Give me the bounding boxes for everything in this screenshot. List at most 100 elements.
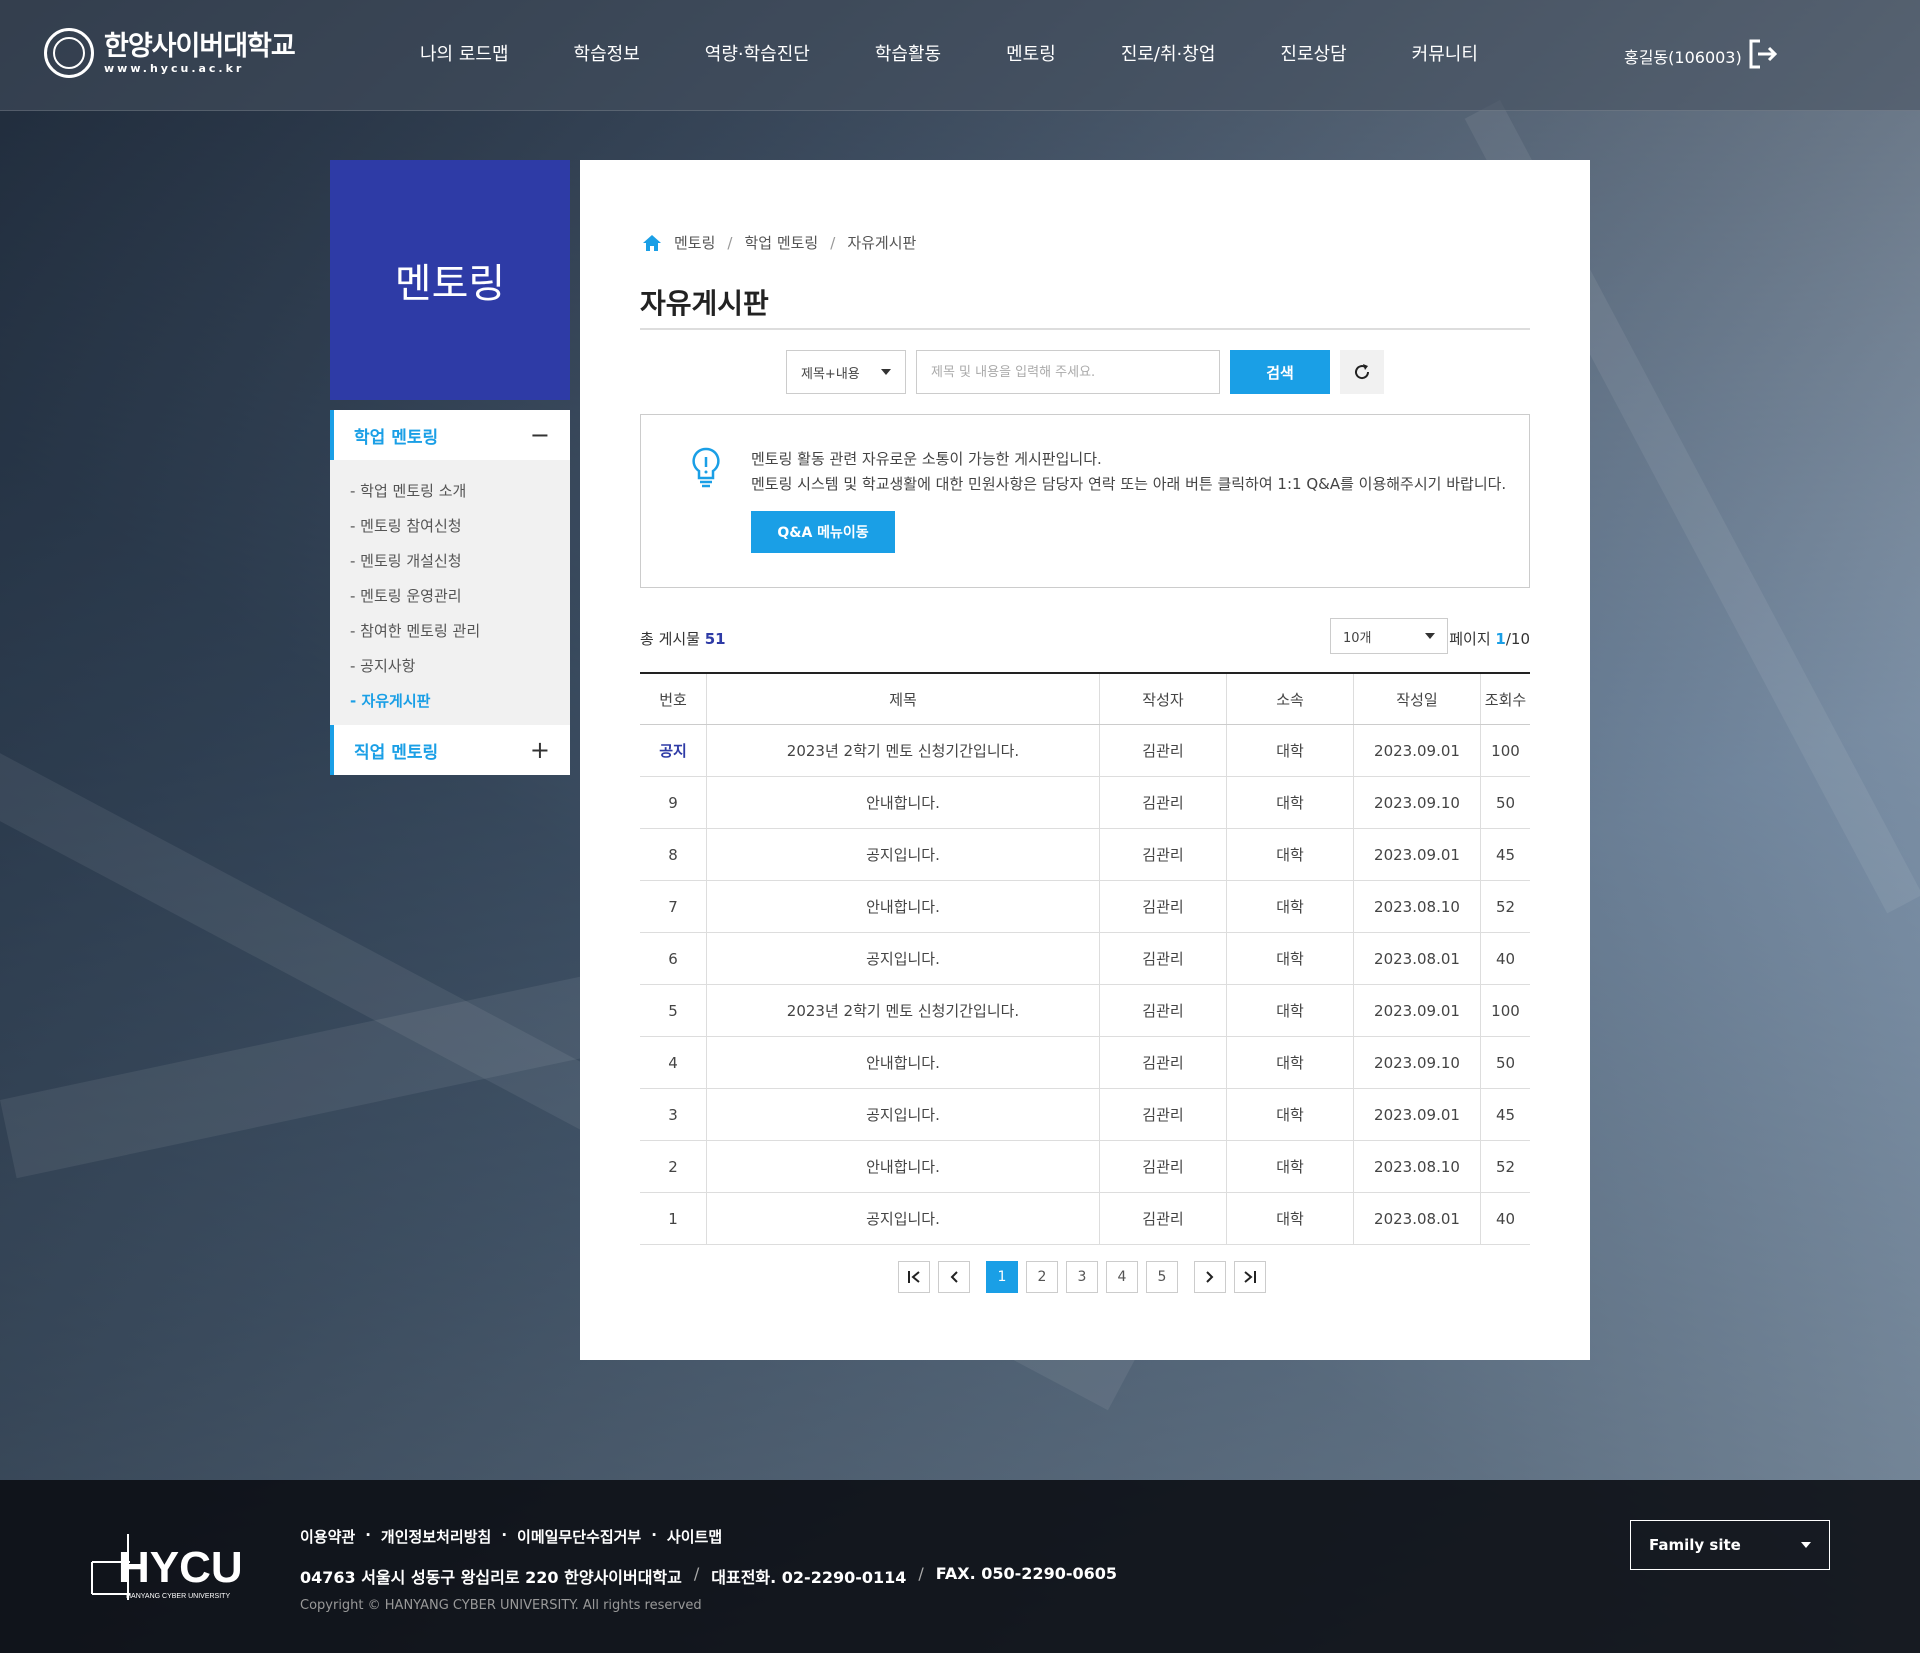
footer-link-terms[interactable]: 이용약관 bbox=[300, 1526, 355, 1547]
sidebar-group-label: 학업 멘토링 bbox=[354, 427, 439, 448]
cell-views: 100 bbox=[1480, 724, 1530, 777]
cell-author: 김관리 bbox=[1099, 828, 1227, 881]
page-title: 자유게시판 bbox=[640, 287, 769, 320]
next-page-button[interactable] bbox=[1194, 1261, 1226, 1293]
first-page-button[interactable] bbox=[898, 1261, 930, 1293]
cell-affiliation: 대학 bbox=[1226, 724, 1354, 777]
logo[interactable]: 한양사이버대학교 www.hycu.ac.kr bbox=[44, 28, 296, 78]
cell-date: 2023.09.10 bbox=[1353, 1036, 1481, 1089]
sidebar-item-open[interactable]: - 멘토링 개설신청 bbox=[350, 544, 570, 579]
cell-title[interactable]: 공지입니다. bbox=[706, 1192, 1100, 1245]
sidebar-item-manage[interactable]: - 멘토링 운영관리 bbox=[350, 579, 570, 614]
table-row[interactable]: 3 공지입니다. 김관리 대학 2023.09.01 45 bbox=[640, 1088, 1530, 1141]
footer-link-email[interactable]: 이메일무단수집거부 bbox=[517, 1526, 641, 1547]
table-row[interactable]: 9 안내합니다. 김관리 대학 2023.09.10 50 bbox=[640, 776, 1530, 829]
sidebar-item-joined[interactable]: - 참여한 멘토링 관리 bbox=[350, 614, 570, 649]
cell-title[interactable]: 2023년 2학기 멘토 신청기간입니다. bbox=[706, 984, 1100, 1037]
nav-item-learning-info[interactable]: 학습정보 bbox=[574, 40, 640, 66]
cell-views: 52 bbox=[1480, 880, 1530, 933]
table-row[interactable]: 5 2023년 2학기 멘토 신청기간입니다. 김관리 대학 2023.09.01 100 bbox=[640, 984, 1530, 1037]
page-button[interactable]: 4 bbox=[1106, 1261, 1138, 1293]
info-line: 멘토링 활동 관련 자유로운 소통이 가능한 게시판입니다. bbox=[751, 450, 1102, 468]
table-row[interactable]: 6 공지입니다. 김관리 대학 2023.08.01 40 bbox=[640, 932, 1530, 985]
cell-affiliation: 대학 bbox=[1226, 1140, 1354, 1193]
breadcrumb-item[interactable]: 멘토링 bbox=[674, 232, 715, 253]
cell-author: 김관리 bbox=[1099, 1140, 1227, 1193]
table-row[interactable]: 4 안내합니다. 김관리 대학 2023.09.10 50 bbox=[640, 1036, 1530, 1089]
cell-title[interactable]: 안내합니다. bbox=[706, 1140, 1100, 1193]
page-info: 페이지 1/10 bbox=[1449, 630, 1530, 648]
sidebar-item-intro[interactable]: - 학업 멘토링 소개 bbox=[350, 474, 570, 509]
nav-item-career[interactable]: 진로/취·창업 bbox=[1121, 40, 1216, 66]
last-page-button[interactable] bbox=[1234, 1261, 1266, 1293]
cell-title[interactable]: 공지입니다. bbox=[706, 1088, 1100, 1141]
table-row[interactable]: 7 안내합니다. 김관리 대학 2023.08.10 52 bbox=[640, 880, 1530, 933]
cell-author: 김관리 bbox=[1099, 984, 1227, 1037]
table-row[interactable]: 1 공지입니다. 김관리 대학 2023.08.01 40 bbox=[640, 1192, 1530, 1245]
sidebar-item-free-board[interactable]: - 자유게시판 bbox=[350, 684, 570, 719]
nav-item-activity[interactable]: 학습활동 bbox=[875, 40, 941, 66]
table-row[interactable]: 8 공지입니다. 김관리 대학 2023.09.01 45 bbox=[640, 828, 1530, 881]
expand-icon[interactable]: + bbox=[530, 736, 550, 764]
page-button[interactable]: 3 bbox=[1066, 1261, 1098, 1293]
refresh-icon bbox=[1355, 364, 1370, 380]
collapse-icon[interactable]: − bbox=[530, 421, 550, 449]
header: 한양사이버대학교 www.hycu.ac.kr 나의 로드맵 학습정보 역량·학… bbox=[0, 0, 1920, 111]
refresh-button[interactable] bbox=[1340, 350, 1384, 394]
cell-title[interactable]: 2023년 2학기 멘토 신청기간입니다. bbox=[706, 724, 1100, 777]
sidebar-group-career[interactable]: 직업 멘토링 + bbox=[330, 725, 570, 775]
table-row[interactable]: 공지 2023년 2학기 멘토 신청기간입니다. 김관리 대학 2023.09.01 10… bbox=[640, 724, 1530, 777]
cell-affiliation: 대학 bbox=[1226, 984, 1354, 1037]
breadcrumb-item: 자유게시판 bbox=[847, 234, 917, 252]
sidebar-group-academic[interactable]: 학업 멘토링 − bbox=[330, 410, 570, 460]
cell-affiliation: 대학 bbox=[1226, 828, 1354, 881]
nav-item-mentoring[interactable]: 멘토링 bbox=[1006, 40, 1056, 66]
nav-item-counseling[interactable]: 진로상담 bbox=[1280, 40, 1346, 66]
footer-logo-text: HYCU bbox=[118, 1543, 240, 1592]
info-line: 멘토링 시스템 및 학교생활에 대한 민원사항은 담당자 연락 또는 아래 버튼… bbox=[751, 475, 1507, 493]
qa-menu-button[interactable]: Q&A 메뉴이동 bbox=[751, 511, 895, 553]
footer-link-sitemap[interactable]: 사이트맵 bbox=[667, 1526, 722, 1547]
nav-item-diagnosis[interactable]: 역량·학습진단 bbox=[705, 40, 810, 66]
page-size-select[interactable]: 10개 bbox=[1330, 618, 1448, 654]
cell-title[interactable]: 안내합니다. bbox=[706, 776, 1100, 829]
cell-views: 52 bbox=[1480, 1140, 1530, 1193]
footer: HYCU HANYANG CYBER UNIVERSITY 이용약관 · 개인정… bbox=[0, 1480, 1920, 1653]
page-button[interactable]: 5 bbox=[1146, 1261, 1178, 1293]
prev-page-button[interactable] bbox=[938, 1261, 970, 1293]
cell-views: 100 bbox=[1480, 984, 1530, 1037]
cell-views: 40 bbox=[1480, 932, 1530, 985]
cell-title[interactable]: 공지입니다. bbox=[706, 932, 1100, 985]
nav-item-roadmap[interactable]: 나의 로드맵 bbox=[420, 40, 509, 66]
search-button[interactable]: 검색 bbox=[1230, 350, 1330, 394]
cell-title[interactable]: 안내합니다. bbox=[706, 1036, 1100, 1089]
user-name: 홍길동(106003) bbox=[1624, 48, 1742, 67]
sidebar-item-notice[interactable]: - 공지사항 bbox=[350, 649, 570, 684]
cell-title[interactable]: 안내합니다. bbox=[706, 880, 1100, 933]
cell-author: 김관리 bbox=[1099, 880, 1227, 933]
footer-link-privacy[interactable]: 개인정보처리방침 bbox=[381, 1526, 491, 1547]
cell-title[interactable]: 공지입니다. bbox=[706, 828, 1100, 881]
breadcrumb: 멘토링 / 학업 멘토링 / 자유게시판 bbox=[642, 232, 916, 253]
family-site-select[interactable]: Family site bbox=[1630, 1520, 1830, 1570]
search-type-select[interactable]: 제목+내용 bbox=[786, 350, 906, 394]
page-button[interactable]: 2 bbox=[1026, 1261, 1058, 1293]
nav-item-community[interactable]: 커뮤니티 bbox=[1412, 40, 1478, 66]
cell-affiliation: 대학 bbox=[1226, 776, 1354, 829]
logout-icon[interactable] bbox=[1748, 38, 1778, 70]
page-size-value: 10개 bbox=[1343, 630, 1372, 646]
sidebar-item-apply[interactable]: - 멘토링 참여신청 bbox=[350, 509, 570, 544]
search-input[interactable] bbox=[916, 350, 1220, 394]
list-summary: 총 게시물 51 10개 페이지 1/10 bbox=[640, 618, 1530, 654]
family-site-label: Family site bbox=[1649, 1536, 1741, 1554]
total-count: 총 게시물 51 bbox=[640, 630, 726, 648]
cell-author: 김관리 bbox=[1099, 1192, 1227, 1245]
table-row[interactable]: 2 안내합니다. 김관리 대학 2023.08.10 52 bbox=[640, 1140, 1530, 1193]
first-page-icon bbox=[908, 1271, 920, 1283]
home-icon[interactable] bbox=[642, 234, 662, 252]
page-button[interactable]: 1 bbox=[986, 1261, 1018, 1293]
logo-name: 한양사이버대학교 bbox=[104, 30, 296, 62]
caret-down-icon bbox=[1425, 633, 1435, 639]
breadcrumb-item[interactable]: 학업 멘토링 bbox=[744, 232, 818, 253]
page-total: /10 bbox=[1505, 630, 1530, 648]
